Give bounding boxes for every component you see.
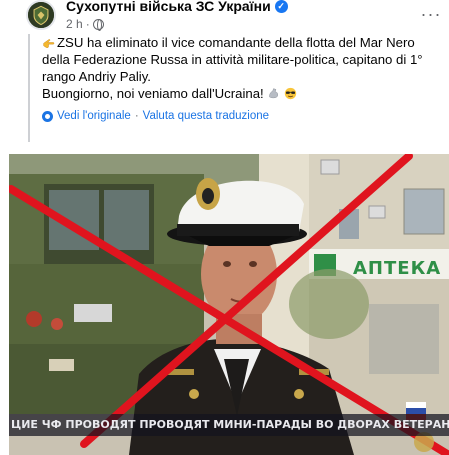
post-text-paragraph-1: ZSU ha eliminato il vice comandante dell… xyxy=(42,35,423,84)
post-text: ZSU ha eliminato il vice comandante dell… xyxy=(42,34,446,102)
post-text-line-1: ZSU ha eliminato il vice comandante dell… xyxy=(42,34,446,85)
more-options-button[interactable]: ··· xyxy=(419,2,443,26)
translation-separator: · xyxy=(134,110,139,122)
see-original-link[interactable]: Vedi l'originale xyxy=(57,110,131,122)
gear-icon xyxy=(42,110,53,122)
page-name[interactable]: Сухопутні війська ЗС України ✓ xyxy=(66,0,288,14)
translated-text-block: ZSU ha eliminato il vice comandante dell… xyxy=(28,34,446,142)
post-photo xyxy=(9,154,449,455)
pharmacy-sign: АПТЕКА xyxy=(353,258,442,279)
page-avatar[interactable] xyxy=(26,0,56,30)
sunglasses-face-icon xyxy=(284,87,297,100)
more-options-icon: ··· xyxy=(420,3,442,24)
pointing-hand-icon xyxy=(43,38,55,48)
rate-translation-link[interactable]: Valuta questa traduzione xyxy=(143,110,269,122)
post-time[interactable]: 2 h xyxy=(66,17,83,31)
news-ticker: ЦИЕ ЧФ ПРОВОДЯТ ПРОВОДЯТ МИНИ-ПАРАДЫ ВО … xyxy=(9,414,449,436)
meta-separator: · xyxy=(85,17,90,31)
post-image[interactable]: АПТЕКА ЦИЕ ЧФ ПРОВОДЯТ ПРОВОДЯТ МИНИ-ПАР… xyxy=(9,154,449,455)
post-text-line-2: Buongiorno, noi veniamo dall'Ucraina! xyxy=(42,85,446,102)
globe-icon xyxy=(92,18,104,31)
translation-bar: Vedi l'originale · Valuta questa traduzi… xyxy=(42,110,446,122)
verified-badge-icon: ✓ xyxy=(274,0,288,13)
facebook-post: Сухопутні війська ЗС України ✓ 2 h · ···… xyxy=(0,0,449,455)
page-name-text[interactable]: Сухопутні війська ЗС України xyxy=(66,0,271,14)
post-text-paragraph-2: Buongiorno, noi veniamo dall'Ucraina! xyxy=(42,86,264,101)
flexed-biceps-icon xyxy=(269,88,279,99)
post-meta: 2 h · xyxy=(66,17,104,31)
